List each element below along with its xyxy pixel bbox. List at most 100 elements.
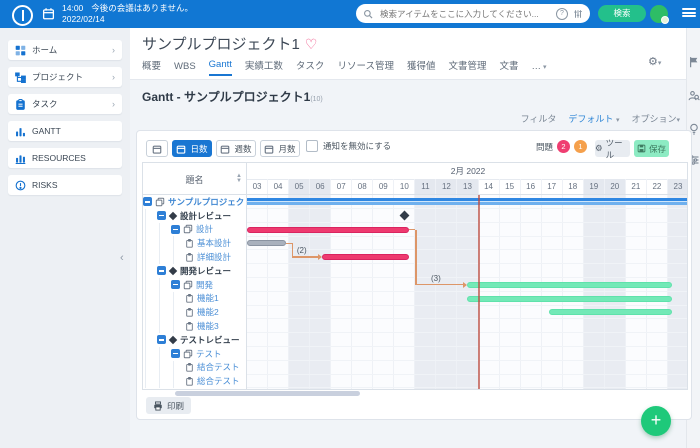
sidebar-item-project[interactable]: プロジェクト› <box>8 67 122 87</box>
sidebar-item-home[interactable]: ホーム› <box>8 40 122 60</box>
sidebar-item-resources[interactable]: RESOURCES <box>8 148 122 168</box>
tab-概要[interactable]: 概要 <box>142 58 161 76</box>
tab-獲得値[interactable]: 獲得値 <box>407 58 436 76</box>
task-bar[interactable] <box>549 309 672 315</box>
collapse-minus-icon[interactable] <box>157 335 166 344</box>
tab-文書[interactable]: 文書 <box>500 58 519 76</box>
collapse-minus-icon[interactable] <box>171 225 180 234</box>
task-doc-icon <box>185 363 194 372</box>
tree-guide-line <box>145 305 157 319</box>
horizontal-scrollbar[interactable] <box>175 391 360 396</box>
topbar-time: 14:00 <box>62 3 83 13</box>
day-header-cell: 09 <box>373 179 394 194</box>
collapse-minus-icon[interactable] <box>157 266 166 275</box>
help-icon[interactable]: ? <box>556 8 568 20</box>
flag-icon[interactable] <box>688 56 700 68</box>
print-button[interactable]: 印刷 <box>146 397 191 414</box>
tree-row-task[interactable]: 総合テスト <box>143 374 247 388</box>
options-dropdown[interactable]: オプション▾ <box>631 112 680 125</box>
mute-notifications-checkbox[interactable]: 通知を無効にする <box>306 140 391 152</box>
tree-guide-line <box>159 347 171 361</box>
tree-row-group[interactable]: 設計 <box>143 223 247 237</box>
tab-実績工数[interactable]: 実績工数 <box>245 58 283 76</box>
save-button[interactable]: 保存 <box>634 140 669 157</box>
sidebar-item-task[interactable]: タスク› <box>8 94 122 114</box>
filter-value-dropdown[interactable]: デフォルト ▾ <box>568 112 619 125</box>
task-bar[interactable] <box>467 282 672 288</box>
warning-count-badge: 1 <box>574 140 587 153</box>
task-name: サンプルプロジェクト1 <box>168 196 247 208</box>
sort-icon[interactable]: ▲▼ <box>236 174 243 184</box>
task-name: 機能1 <box>197 292 219 304</box>
calendar-mode-button[interactable] <box>146 140 168 157</box>
tree-row-task[interactable]: 機能1 <box>143 292 247 306</box>
tab-タスク[interactable]: タスク <box>296 58 325 76</box>
task-bar[interactable] <box>467 296 672 302</box>
tree-row-task[interactable]: 機能3 <box>143 319 247 333</box>
favorite-heart-icon[interactable]: ♡ <box>305 36 318 52</box>
tools-button[interactable]: ⚙ツール <box>595 140 630 157</box>
member-search-icon[interactable] <box>688 90 700 102</box>
user-avatar[interactable] <box>650 5 668 23</box>
menu-icon[interactable] <box>682 8 696 19</box>
task-bar[interactable] <box>322 254 409 260</box>
chart-body: (2)(3) <box>247 195 688 390</box>
task-name: テストレビュー <box>180 334 240 346</box>
app-logo-icon[interactable] <box>12 5 33 26</box>
task-name: 設計 <box>196 223 213 235</box>
tree-guide-line <box>145 223 157 237</box>
group-docs-icon <box>183 349 193 359</box>
tab-label: リソース管理 <box>337 61 394 72</box>
day-header-cell: 17 <box>542 179 563 194</box>
tab-…[interactable]: …▾ <box>532 61 547 76</box>
summary-bar[interactable] <box>247 198 688 205</box>
day-header-cell: 04 <box>268 179 289 194</box>
grid-header: 題名 ▲▼ <box>143 163 247 195</box>
search-input[interactable] <box>378 8 551 20</box>
tree-row-milestone[interactable]: テストレビュー <box>143 333 247 347</box>
tab-WBS[interactable]: WBS <box>174 61 196 76</box>
sidebar-item-risks[interactable]: RISKS <box>8 175 122 195</box>
tree-row-task[interactable]: 結合テスト <box>143 361 247 375</box>
tune-filter-icon[interactable] <box>573 9 583 19</box>
collapse-minus-icon[interactable] <box>171 349 180 358</box>
scale-button-週数[interactable]: 週数 <box>216 140 256 157</box>
sidebar-item-gantt[interactable]: GANTT <box>8 121 122 141</box>
tree-guide-line <box>145 278 157 292</box>
search-button[interactable]: 検索 <box>598 5 646 22</box>
day-header-cell: 15 <box>500 179 521 194</box>
tab-文書管理[interactable]: 文書管理 <box>448 58 486 76</box>
chevron-right-icon: › <box>112 99 115 109</box>
task-name: 基本設計 <box>197 237 231 249</box>
app-window: 14:00今後の会議はありません。 2022/02/14 ? 検索 <box>0 0 700 448</box>
tree-row-project[interactable]: サンプルプロジェクト1 <box>143 195 247 209</box>
tree-row-task[interactable]: 詳細設計 <box>143 250 247 264</box>
tree-row-task[interactable]: 基本設計 <box>143 236 247 250</box>
checkbox-icon[interactable] <box>306 140 318 152</box>
tab-リソース管理[interactable]: リソース管理 <box>337 58 394 76</box>
tab-Gantt[interactable]: Gantt <box>209 59 232 76</box>
home-grid-icon <box>15 45 26 56</box>
group-docs-icon <box>183 224 193 234</box>
task-count: (10) <box>310 96 322 103</box>
scale-button-日数[interactable]: 日数 <box>172 140 212 157</box>
tree-row-milestone[interactable]: 設計レビュー <box>143 209 247 223</box>
collapse-pane-icon[interactable]: ‹ <box>120 252 124 264</box>
task-name: 総合テスト <box>197 375 240 387</box>
collapse-minus-icon[interactable] <box>157 211 166 220</box>
tree-guide-line <box>159 374 171 388</box>
task-bar[interactable] <box>247 240 286 246</box>
collapse-minus-icon[interactable] <box>171 280 180 289</box>
tree-row-group[interactable]: 開発 <box>143 278 247 292</box>
tab-label: 文書管理 <box>448 61 486 72</box>
collapse-minus-icon[interactable] <box>143 197 152 206</box>
tree-guide-line <box>145 264 157 278</box>
tree-row-task[interactable]: 機能2 <box>143 305 247 319</box>
tree-row-milestone[interactable]: 開発レビュー <box>143 264 247 278</box>
tree-row-group[interactable]: テスト <box>143 347 247 361</box>
task-bar[interactable] <box>247 227 409 233</box>
tab-settings-gear-icon[interactable]: ⚙▾ <box>648 55 661 68</box>
scale-button-月数[interactable]: 月数 <box>260 140 300 157</box>
task-tree: サンプルプロジェクト1設計レビュー設計基本設計詳細設計開発レビュー開発機能1機能… <box>143 195 247 390</box>
add-fab-button[interactable]: + <box>641 406 671 436</box>
